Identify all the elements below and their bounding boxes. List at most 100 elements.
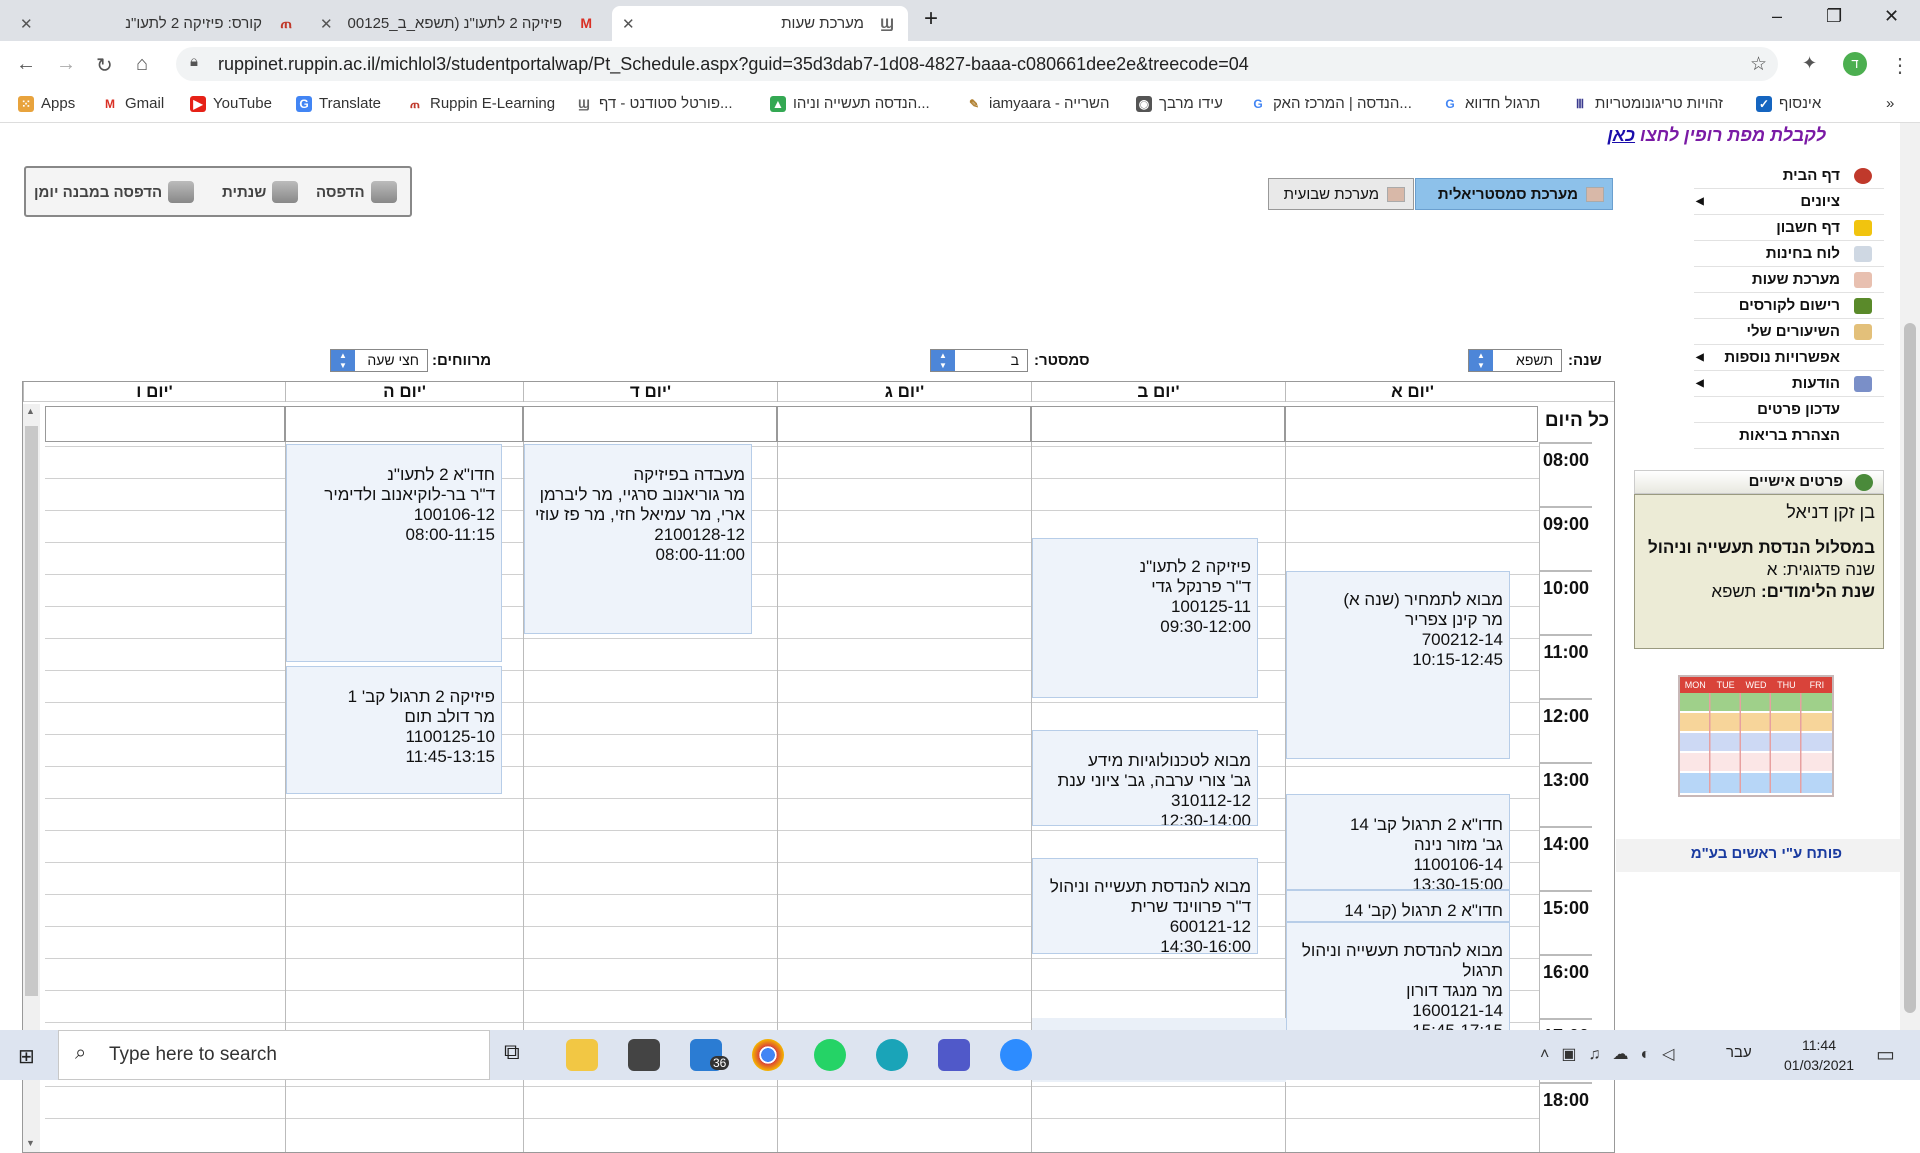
home-icon[interactable]: ⌂ [136,53,148,76]
grid-scrollbar-thumb[interactable] [25,426,38,996]
bookmark-drive[interactable]: ▲ הנדסה תעשייה וניהו... [770,95,930,112]
all-day-cell-wed[interactable] [523,406,777,442]
taskbar-search-input[interactable]: ⌕ Type here to search [58,1030,490,1080]
windows-start-icon[interactable]: ⊞ [18,1044,35,1069]
teams-icon[interactable] [938,1039,970,1071]
print-button[interactable]: הדפסה [316,181,397,203]
chrome-icon[interactable] [752,1039,784,1071]
taskbar-clock[interactable]: 11:44 01/03/2021 [1784,1035,1854,1075]
browser-tab[interactable]: ጠ קורס: פיזיקה 2 לתעו"נ ✕ [10,6,306,41]
expand-arrow-icon: ◀ [1696,352,1704,363]
edge-icon[interactable] [876,1039,908,1071]
menu-item-schedule[interactable]: מערכת שעות [1694,267,1884,293]
scroll-up-icon[interactable]: ▲ [26,406,35,416]
browser-tab[interactable]: M פיזיקה 2 לתעו"נ (תשפא_ב_00125 ✕ [310,6,606,41]
notification-icon[interactable]: ▭ [1876,1042,1895,1067]
menu-item-my-lessons[interactable]: השיעורים שלי [1694,319,1884,345]
bookmark-label: Apps [41,95,76,112]
all-day-cell-fri[interactable] [45,406,285,442]
menu-item-registration[interactable]: רישום לקורסים [1694,293,1884,319]
bookmark-portal[interactable]: Ϣ פורטל סטודנט - דף... [576,95,733,112]
print-calendar-button[interactable]: הדפסה במבנה יומן [34,181,195,203]
minimize-icon[interactable]: – [1772,6,1782,27]
bookmark-apps[interactable]: ⁙ Apps [18,95,75,112]
new-tab-button[interactable]: + [924,5,938,33]
event-block[interactable]: פיזיקה 2 לתעו"נ ד"ר פרנקל גדי 100125-11 … [1032,538,1258,698]
store-icon[interactable] [628,1039,660,1071]
menu-item-update-details[interactable]: עדכון פרטים [1694,397,1884,423]
bookmark-tirgul[interactable]: G תרגול חדווא [1442,95,1540,112]
close-tab-icon[interactable]: ✕ [320,15,333,33]
all-day-cell-thu[interactable] [285,406,523,442]
event-block[interactable]: מבוא לתמחיר (שנה א) מר קינן צפריר 700212… [1286,571,1510,759]
maximize-icon[interactable]: ❐ [1826,6,1842,27]
url-text: ruppinet.ruppin.ac.il/michlol3/studentpo… [218,54,1249,74]
menu-kebab-icon[interactable]: ⋮ [1890,53,1910,78]
menu-item-more-options[interactable]: ◀ אפשרויות נוספות [1694,345,1884,371]
reload-icon[interactable]: ↻ [96,53,113,78]
view-tabs: מערכת סמסטריאלית מערכת שבועית [1268,178,1613,210]
youtube-icon: ▶ [190,95,206,112]
language-indicator[interactable]: עבר [1726,1044,1752,1061]
bookmarks-more-icon[interactable]: » [1886,95,1894,112]
close-tab-icon[interactable]: ✕ [20,15,33,33]
menu-item-health-declaration[interactable]: הצהרת בריאות [1694,423,1884,449]
interval-select[interactable]: ▲ ▼ חצי שעה [330,349,428,372]
tab-weekly-schedule[interactable]: מערכת שבועית [1268,178,1414,210]
bookmark-star-icon[interactable]: ☆ [1750,53,1767,76]
close-window-icon[interactable]: ✕ [1884,6,1899,27]
scrollbar-thumb[interactable] [1904,323,1916,1013]
url-input[interactable]: 🔒︎ ruppinet.ruppin.ac.il/michlol3/studen… [176,47,1778,81]
whatsapp-icon[interactable] [814,1039,846,1071]
tray-icons[interactable]: ˄▣♫☁◐◁ [1540,1044,1686,1064]
event-block[interactable]: חדו"א 2 תרגול (קב' 14 [1286,890,1510,922]
user-icon [1855,474,1873,491]
menu-item-messages[interactable]: ◀ הודעות [1694,371,1884,397]
profile-avatar[interactable]: ד [1843,52,1867,76]
zoom-icon[interactable] [1000,1039,1032,1071]
bookmark-youtube[interactable]: ▶ YouTube [190,95,272,112]
bookmark-infinity[interactable]: ✓ אינסוף [1756,95,1821,112]
semester-select[interactable]: ▲ ▼ ב [930,349,1028,372]
event-block[interactable]: מעבדה בפיזיקה מר גוריאנוב סרגיי, מר ליבר… [524,444,752,634]
year-select[interactable]: ▲ ▼ תשפא [1468,349,1562,372]
event-block[interactable]: חדו"א 2 לתעו"נ ד"ר בר-לוקיאנוב ולדימיר 1… [286,444,502,662]
hour-label: 08:00 [1540,442,1592,504]
menu-item-grades[interactable]: ◀ ציונים [1694,189,1884,215]
tab-semester-schedule[interactable]: מערכת סמסטריאלית [1415,178,1613,210]
hour-label: 09:00 [1540,506,1592,568]
interval-label: מרווחים: [432,352,492,369]
print-yearly-button[interactable]: שנתית [222,181,299,203]
browser-tab-active[interactable]: Ϣ מערכת שעות ✕ [612,6,908,41]
footer-credit[interactable]: פותח ע"י ראשים בע"מ [1616,839,1900,872]
all-day-cell-sun[interactable] [1285,406,1538,442]
page-scrollbar[interactable] [1900,123,1920,1030]
event-block[interactable]: מבוא לטכנולוגיות מידע גב' צורי ערבה, גב'… [1032,730,1258,826]
bookmark-trig[interactable]: Ⅲ זהויות טריגונומטריות [1572,95,1723,112]
extensions-icon[interactable]: ✦ [1802,53,1817,74]
bookmark-iamyaara[interactable]: ✎ iamyaara - השרייה [966,95,1110,112]
menu-item-exams[interactable]: לוח בחינות [1694,241,1884,267]
bookmark-translate[interactable]: G Translate [296,95,381,112]
bookmark-gmail[interactable]: M Gmail [102,95,164,112]
all-day-cell-tue[interactable] [777,406,1031,442]
bookmark-ido[interactable]: ◉ עידו מרבך [1136,95,1223,112]
back-icon[interactable]: ← [16,53,36,76]
event-block[interactable]: פיזיקה 2 תרגול קב' 1 מר דולב תום 1100125… [286,666,502,794]
scroll-down-icon[interactable]: ▼ [26,1138,35,1148]
promo-link[interactable]: כאן [1607,125,1635,145]
forward-icon[interactable]: → [56,53,76,76]
close-tab-icon[interactable]: ✕ [622,15,635,33]
event-block[interactable]: מבוא להנדסת תעשייה וניהול ד"ר פרווינד שר… [1032,858,1258,954]
menu-item-home[interactable]: דף הבית [1694,163,1884,189]
file-explorer-icon[interactable] [566,1039,598,1071]
menu-item-account[interactable]: דף חשבון [1694,215,1884,241]
address-bar-row: ← → ↻ ⌂ 🔒︎ ruppinet.ruppin.ac.il/michlol… [0,41,1920,87]
event-block[interactable]: חדו"א 2 תרגול קב' 14 גב' מזור נינה 11001… [1286,794,1510,890]
menu-label: לוח בחינות [1765,245,1840,262]
bookmark-handasa[interactable]: G הנדסה | המרכז האק... [1250,95,1412,112]
task-view-icon[interactable]: ⧉ [504,1039,536,1071]
bookmark-ruppin[interactable]: ጠ Ruppin E-Learning [407,95,555,112]
all-day-cell-mon[interactable] [1031,406,1285,442]
tab-label: מערכת שבועית [1283,186,1379,203]
